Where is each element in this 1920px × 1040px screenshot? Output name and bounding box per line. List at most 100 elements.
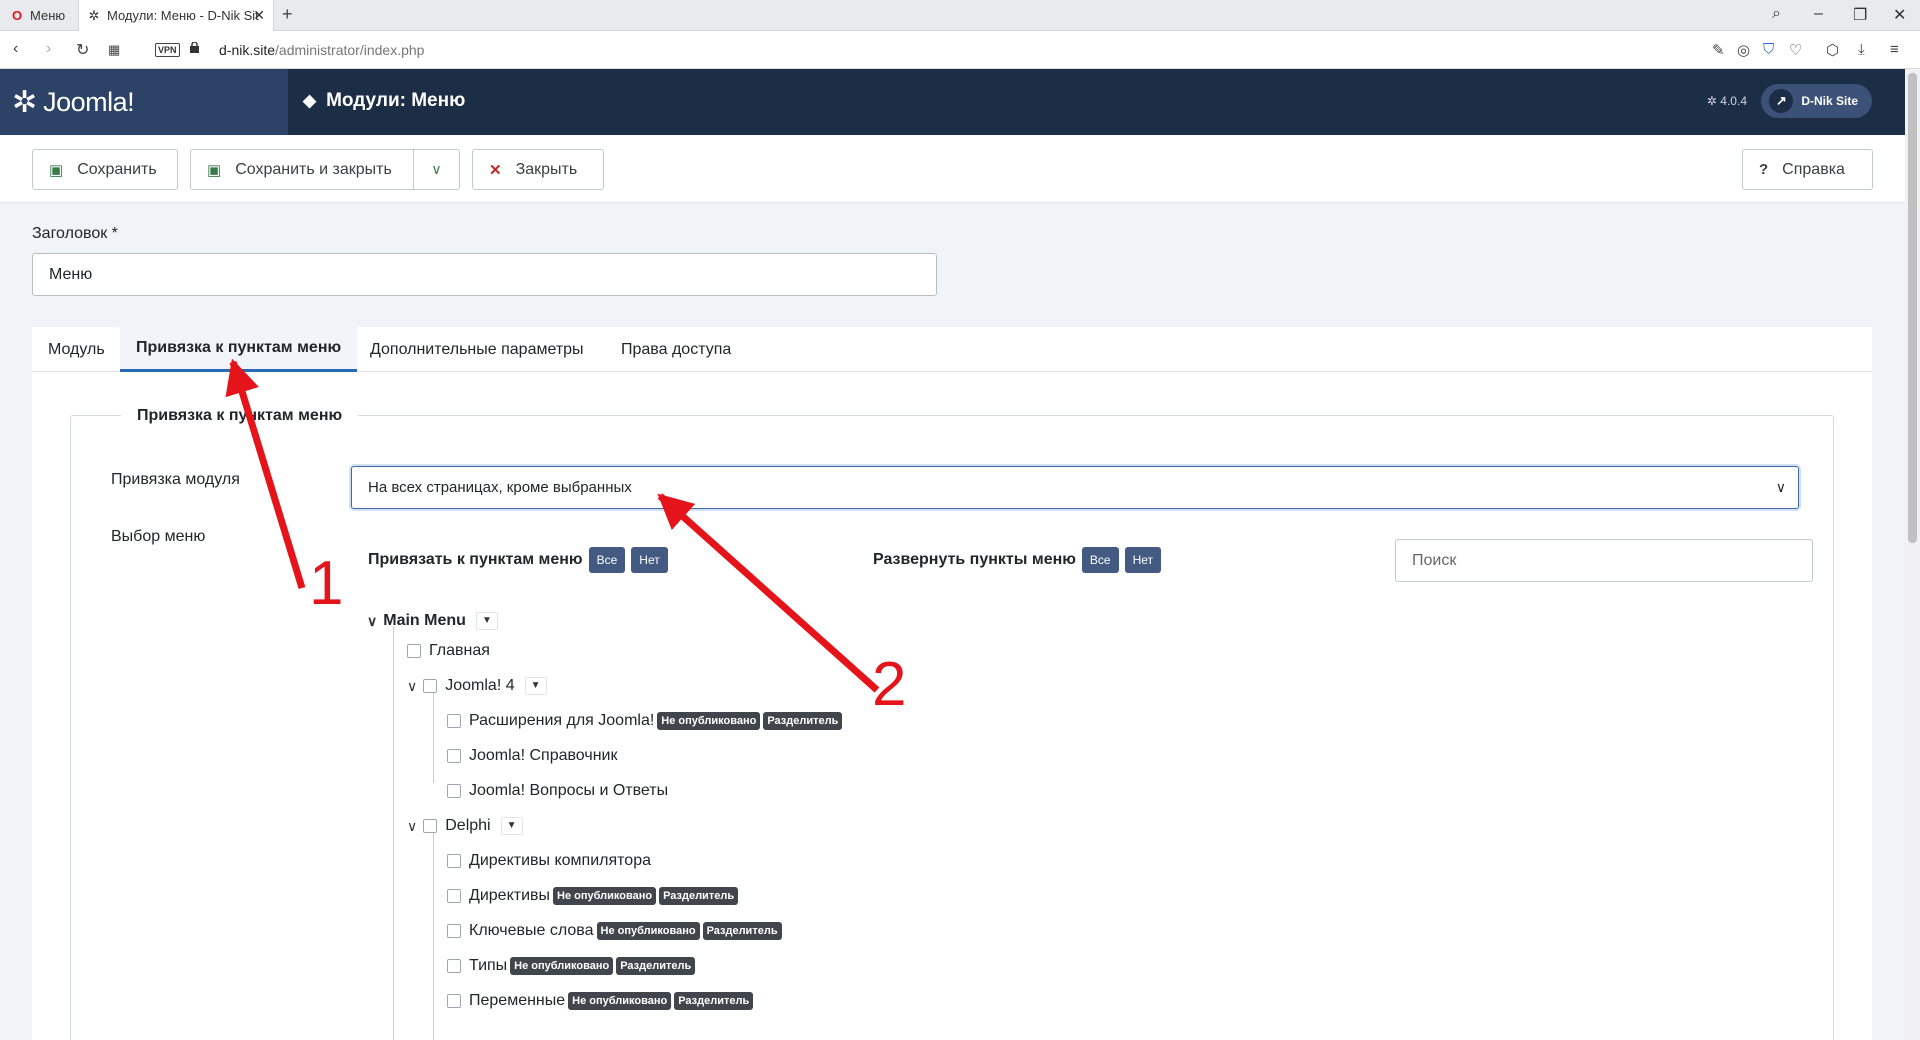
- page-title-text: Модули: Меню: [326, 90, 466, 111]
- joomla-logo[interactable]: ✲ Joomla!: [0, 69, 288, 135]
- chevron-down-icon[interactable]: ∨: [407, 678, 417, 695]
- tab-advanced[interactable]: Дополнительные параметры: [354, 327, 600, 372]
- camera-icon[interactable]: ◎: [1737, 41, 1750, 59]
- save-button[interactable]: ▣ Сохранить: [32, 149, 178, 190]
- tree-item-label: Переменные: [469, 992, 566, 1009]
- expand-label: Развернуть пункты меню: [873, 551, 1076, 568]
- address-bar: ‹ › ↻ ▦ VPN d-nik.site/administrator/ind…: [0, 31, 1920, 69]
- chevron-down-icon[interactable]: ∨: [407, 818, 417, 835]
- module-assignment-select[interactable]: На всех страницах, кроме выбранных ∨: [351, 466, 1799, 509]
- save-dropdown-toggle[interactable]: ∨: [413, 149, 460, 190]
- assign-none-button[interactable]: Нет: [631, 547, 668, 573]
- tab-module[interactable]: Модуль: [32, 327, 121, 372]
- chevron-down-icon: ∨: [1775, 479, 1786, 495]
- browser-tab-menu[interactable]: O Меню: [0, 0, 78, 31]
- expand-none-button[interactable]: Нет: [1124, 547, 1162, 573]
- edit-icon[interactable]: ✎: [1712, 41, 1725, 59]
- checkbox[interactable]: [447, 924, 461, 938]
- checkbox[interactable]: [447, 994, 461, 1008]
- tab-list: Модуль Привязка к пунктам меню Дополните…: [32, 327, 1872, 372]
- close-button[interactable]: ✕ Закрыть: [472, 149, 604, 190]
- tree-item-variables[interactable]: Переменные Не опубликовано Разделитель: [447, 992, 754, 1010]
- tree-item-reference[interactable]: Joomla! Справочник: [447, 747, 617, 765]
- caret-down-icon[interactable]: ▼: [475, 612, 498, 630]
- lock-icon: [190, 42, 199, 53]
- tree-item-joomla[interactable]: ∨ Joomla! 4 ▼: [407, 677, 547, 695]
- opera-icon: O: [11, 8, 23, 23]
- help-button[interactable]: ? Справка: [1742, 149, 1873, 190]
- separator-badge: Разделитель: [763, 712, 843, 730]
- caret-down-icon[interactable]: ▼: [524, 677, 547, 695]
- reload-icon[interactable]: ↻: [76, 40, 89, 60]
- tree-item-keywords[interactable]: Ключевые слова Не опубликовано Разделите…: [447, 922, 782, 940]
- unpublished-badge: Не опубликовано: [553, 887, 657, 905]
- tab-permissions[interactable]: Права доступа: [605, 327, 747, 372]
- question-icon: ?: [1759, 161, 1769, 178]
- tree-item-delphi[interactable]: ∨ Delphi ▼: [407, 817, 523, 835]
- tree-item-home[interactable]: Главная: [407, 642, 490, 660]
- cube-icon[interactable]: ⬡: [1826, 41, 1839, 59]
- menu-search-input[interactable]: Поиск: [1395, 539, 1813, 582]
- tree-item-directives[interactable]: Директивы Не опубликовано Разделитель: [447, 887, 739, 905]
- checkbox[interactable]: [447, 784, 461, 798]
- checkbox[interactable]: [447, 749, 461, 763]
- heart-icon[interactable]: ♡: [1789, 41, 1802, 59]
- url-field[interactable]: d-nik.site/administrator/index.php: [219, 42, 424, 58]
- new-tab-icon[interactable]: +: [282, 4, 293, 25]
- tree-item-extensions[interactable]: Расширения для Joomla! Не опубликовано Р…: [447, 712, 843, 730]
- caret-down-icon[interactable]: ▼: [500, 817, 523, 835]
- tree-item-compiler-directives[interactable]: Директивы компилятора: [447, 852, 651, 870]
- back-icon[interactable]: ‹: [13, 40, 18, 58]
- close-tab-icon[interactable]: ✕: [253, 7, 265, 24]
- unpublished-badge: Не опубликовано: [596, 922, 700, 940]
- restore-icon[interactable]: ❐: [1853, 5, 1867, 25]
- tree-item-faq[interactable]: Joomla! Вопросы и Ответы: [447, 782, 668, 800]
- checkbox[interactable]: [447, 959, 461, 973]
- cube-icon: ◆: [303, 91, 317, 110]
- save-close-button[interactable]: ▣ Сохранить и закрыть: [190, 149, 414, 190]
- version-label: ✲ 4.0.4: [1706, 94, 1747, 108]
- browser-tab-active[interactable]: ✲ Модули: Меню - D-Nik Sit ✕: [78, 0, 274, 31]
- save-icon: ▣: [207, 161, 222, 179]
- unpublished-badge: Не опубликовано: [657, 712, 761, 730]
- search-tabs-icon[interactable]: ⌕: [1772, 5, 1781, 23]
- browser-tab-bar: O Меню ✲ Модули: Меню - D-Nik Sit ✕ + ⌕ …: [0, 0, 1920, 31]
- page-scrollbar[interactable]: [1905, 69, 1920, 1040]
- browser-tab-label: Модули: Меню - D-Nik Sit: [107, 8, 259, 23]
- checkbox[interactable]: [447, 854, 461, 868]
- assign-all-button[interactable]: Все: [588, 547, 626, 573]
- scrollbar-thumb[interactable]: [1908, 73, 1917, 543]
- checkbox[interactable]: [447, 889, 461, 903]
- save-icon: ▣: [49, 161, 64, 179]
- checkbox[interactable]: [423, 679, 438, 693]
- title-input[interactable]: Меню: [32, 253, 937, 296]
- content-area: Заголовок * Меню Модуль Привязка к пункт…: [0, 203, 1905, 1040]
- tree-item-label: Расширения для Joomla!: [469, 712, 655, 729]
- admin-header: ✲ Joomla! ◆ Модули: Меню ✲ 4.0.4 ↗ D-Nik…: [0, 69, 1905, 135]
- fieldset-legend: Привязка к пунктам меню: [121, 407, 359, 425]
- help-label: Справка: [1782, 160, 1845, 178]
- toolbar: ▣ Сохранить ▣ Сохранить и закрыть ∨ ✕ За…: [0, 135, 1905, 203]
- tree-item-types[interactable]: Типы Не опубликовано Разделитель: [447, 957, 696, 975]
- minimize-icon[interactable]: –: [1814, 5, 1823, 23]
- checkbox[interactable]: [423, 819, 438, 833]
- tree-item-label: Директивы компилятора: [469, 852, 651, 869]
- unpublished-badge: Не опубликовано: [568, 992, 672, 1010]
- menu-icon[interactable]: ≡: [1890, 41, 1899, 58]
- download-icon[interactable]: ⤓: [1858, 41, 1865, 58]
- title-label: Заголовок *: [32, 225, 118, 242]
- close-window-icon[interactable]: ✕: [1893, 5, 1906, 25]
- tabs-grid-icon[interactable]: ▦: [108, 42, 120, 58]
- tab-menu-assignment[interactable]: Привязка к пунктам меню: [120, 327, 358, 372]
- checkbox[interactable]: [447, 714, 461, 728]
- expand-all-button[interactable]: Все: [1081, 547, 1119, 573]
- shield-icon[interactable]: ⛉: [1763, 41, 1774, 58]
- site-button[interactable]: ↗ D-Nik Site: [1761, 84, 1872, 118]
- tree-item-label: Директивы: [469, 887, 551, 904]
- external-link-icon: ↗: [1769, 89, 1794, 113]
- chevron-down-icon[interactable]: ∨: [367, 613, 377, 630]
- vpn-badge[interactable]: VPN: [155, 43, 180, 57]
- tree-root-label: Main Menu: [383, 612, 466, 629]
- forward-icon[interactable]: ›: [46, 40, 51, 58]
- checkbox[interactable]: [407, 644, 421, 658]
